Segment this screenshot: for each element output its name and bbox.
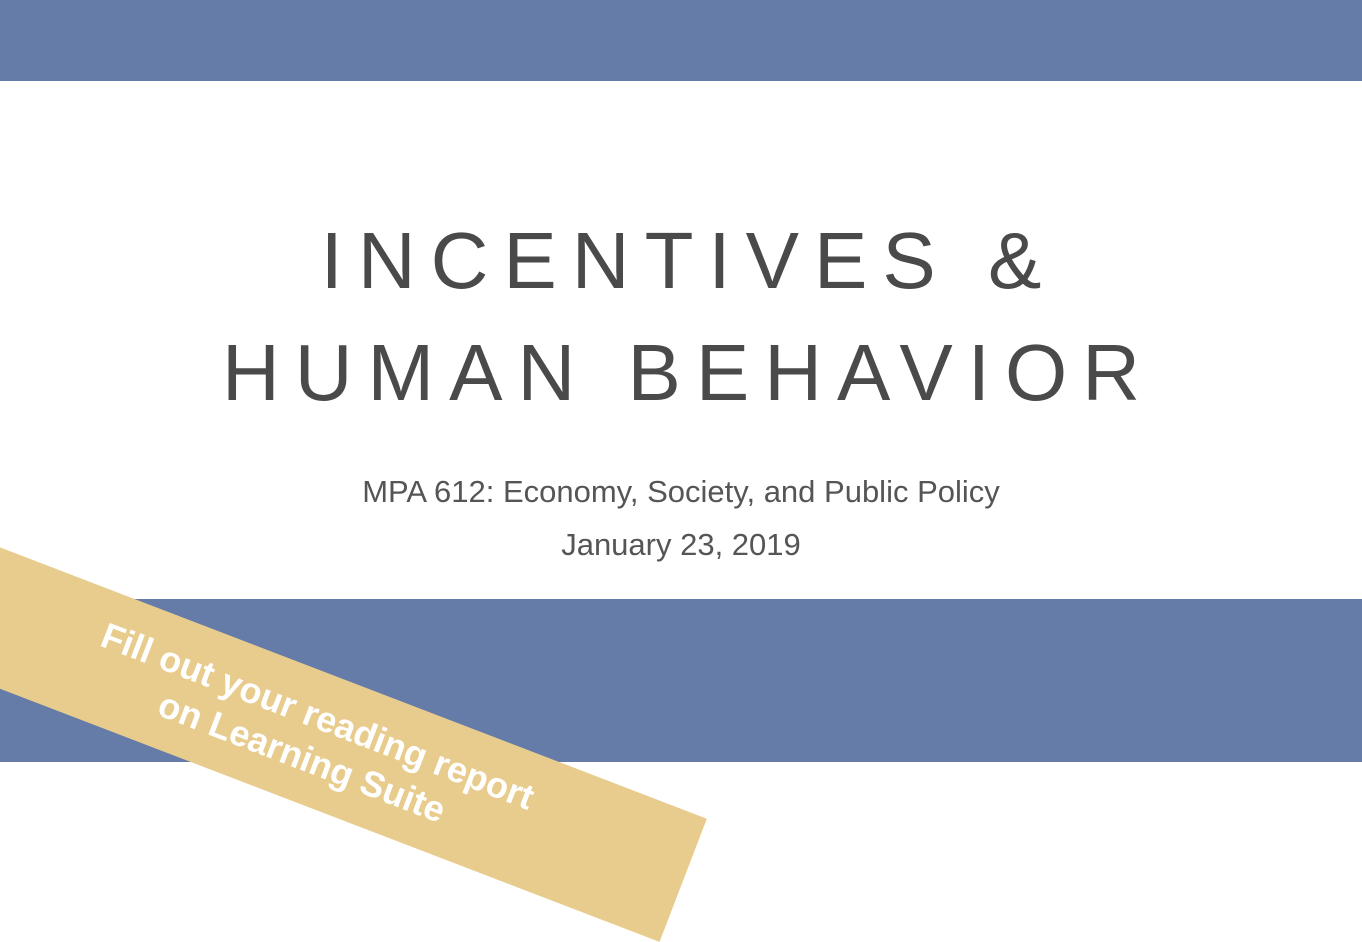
slide-title-line-2: HUMAN BEHAVIOR [221, 328, 1156, 417]
slide-title: INCENTIVES & HUMAN BEHAVIOR [0, 205, 1362, 429]
top-band [0, 0, 1362, 81]
course-name: MPA 612: Economy, Society, and Public Po… [362, 474, 1000, 509]
slide-title-line-1: INCENTIVES & [320, 216, 1057, 305]
slide-date: January 23, 2019 [561, 527, 801, 562]
